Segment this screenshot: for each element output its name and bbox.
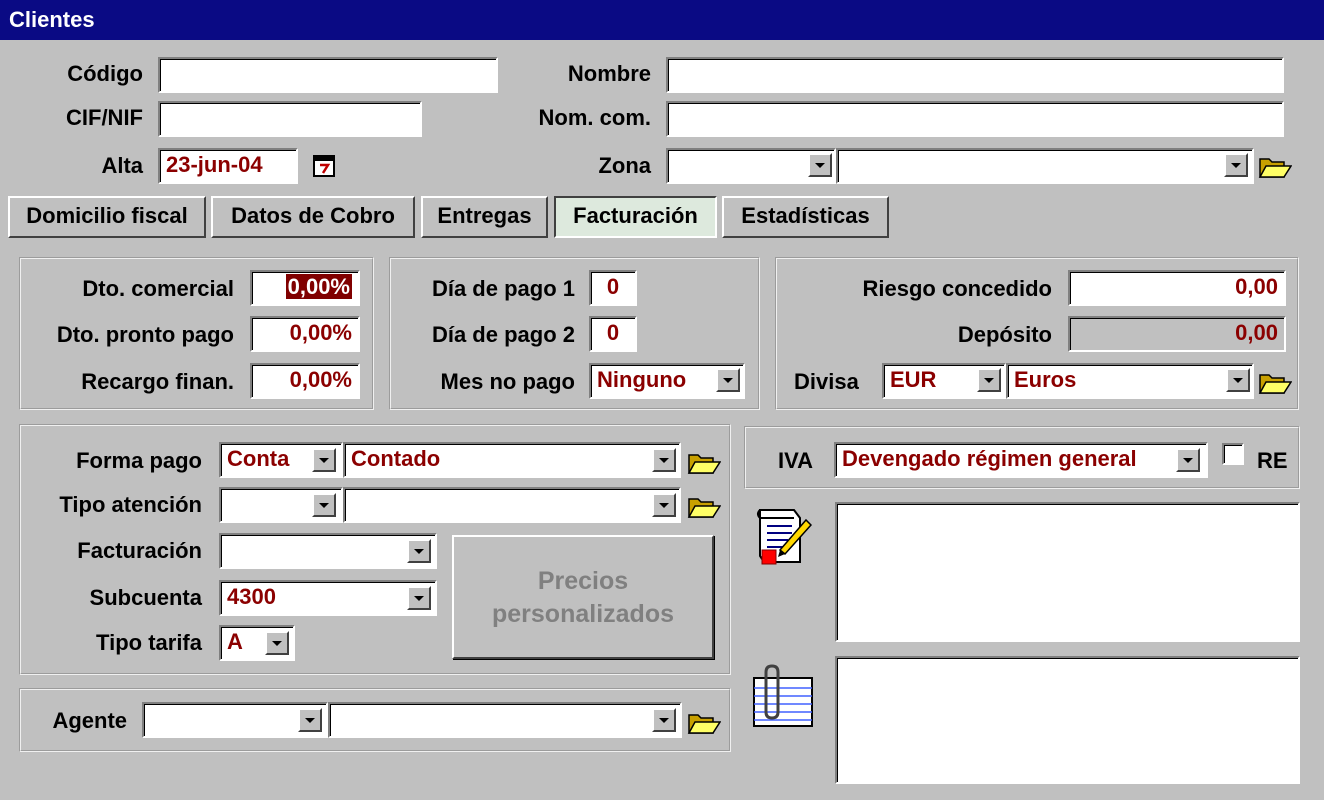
notes-icon[interactable] [754, 506, 812, 568]
subcuenta-dropdown-button[interactable] [407, 586, 431, 610]
agente-open-folder-icon[interactable] [687, 709, 721, 735]
deposito-input: 0,00 [1068, 316, 1286, 352]
nomcom-input[interactable] [666, 101, 1284, 137]
codigo-label: Código [67, 61, 143, 86]
nombre-label: Nombre [567, 61, 651, 86]
attachments-textarea[interactable] [835, 656, 1300, 784]
cif-input[interactable] [158, 101, 422, 137]
recargo-label: Recargo finan. [81, 369, 234, 394]
alta-label: Alta [101, 153, 143, 178]
re-checkbox[interactable] [1222, 443, 1244, 465]
facturacion-label: Facturación [77, 538, 202, 563]
tipo-atencion-code-dropdown-button[interactable] [312, 493, 336, 517]
tipo-atencion-name-dropdown-button[interactable] [652, 493, 676, 517]
precios-line-2: personalizados [492, 600, 674, 628]
agente-label: Agente [52, 708, 127, 733]
dia-pago-1-label: Día de pago 1 [431, 276, 575, 301]
tipo-tarifa-label: Tipo tarifa [96, 630, 202, 655]
dia-pago-2-input[interactable]: 0 [589, 316, 637, 352]
forma-pago-open-folder-icon[interactable] [687, 449, 721, 475]
precios-personalizados-button[interactable]: Precios personalizados [452, 535, 714, 659]
tab-entregas[interactable]: Entregas [421, 196, 548, 238]
codigo-input[interactable] [158, 57, 498, 93]
cif-label: CIF/NIF [66, 105, 143, 130]
divisa-name-dropdown-button[interactable] [1226, 368, 1250, 392]
window-title: Clientes [0, 0, 1324, 40]
divisa-code-dropdown-button[interactable] [977, 368, 1001, 392]
dto-comercial-input[interactable]: 0,00% [250, 270, 360, 306]
dia-pago-1-input[interactable]: 0 [589, 270, 637, 306]
tab-facturacion[interactable]: Facturación [554, 196, 717, 238]
nomcom-label: Nom. com. [538, 105, 651, 130]
zona-open-folder-icon[interactable] [1258, 153, 1292, 179]
divisa-label: Divisa [794, 369, 859, 394]
tab-datos-de-cobro[interactable]: Datos de Cobro [211, 196, 415, 238]
deposito-label: Depósito [957, 322, 1052, 347]
dto-pronto-label: Dto. pronto pago [56, 322, 234, 347]
riesgo-label: Riesgo concedido [862, 276, 1052, 301]
facturacion-combo[interactable] [219, 533, 437, 569]
agente-name-dropdown-button[interactable] [652, 708, 676, 732]
facturacion-dropdown-button[interactable] [407, 539, 431, 563]
attachment-icon[interactable] [750, 664, 816, 730]
clientes-window: Clientes Código CIF/NIF Alta 23-jun-04 N… [0, 0, 1324, 800]
dia-pago-2-label: Día de pago 2 [431, 322, 575, 347]
re-label: RE [1257, 448, 1288, 473]
zona-label: Zona [598, 153, 651, 178]
tipo-tarifa-dropdown-button[interactable] [265, 631, 289, 655]
calendar-icon[interactable] [313, 155, 335, 177]
recargo-input[interactable]: 0,00% [250, 363, 360, 399]
iva-dropdown-button[interactable] [1176, 448, 1200, 472]
iva-combo[interactable]: Devengado régimen general [834, 442, 1208, 478]
subcuenta-label: Subcuenta [89, 585, 202, 610]
tab-domicilio-fiscal[interactable]: Domicilio fiscal [8, 196, 206, 238]
zona-name-dropdown-button[interactable] [1224, 153, 1248, 177]
agente-code-dropdown-button[interactable] [298, 708, 322, 732]
forma-pago-label: Forma pago [76, 448, 202, 473]
iva-label: IVA [778, 448, 814, 473]
dto-pronto-input[interactable]: 0,00% [250, 316, 360, 352]
precios-line-1: Precios [537, 567, 629, 595]
forma-pago-code-dropdown-button[interactable] [312, 448, 336, 472]
tipo-atencion-label: Tipo atención [59, 492, 202, 517]
tipo-atencion-name-combo[interactable] [343, 487, 681, 523]
mes-no-pago-dropdown-button[interactable] [716, 368, 740, 392]
agente-name-combo[interactable] [328, 702, 682, 738]
tab-estadisticas[interactable]: Estadísticas [722, 196, 889, 238]
notes-textarea[interactable] [835, 502, 1300, 642]
divisa-name-combo[interactable]: Euros [1006, 363, 1254, 399]
zona-name-combo[interactable] [836, 148, 1254, 184]
forma-pago-name-combo[interactable]: Contado [343, 442, 681, 478]
zona-code-dropdown-button[interactable] [808, 153, 832, 177]
riesgo-input[interactable]: 0,00 [1068, 270, 1286, 306]
subcuenta-combo[interactable]: 4300 [219, 580, 437, 616]
tipo-atencion-open-folder-icon[interactable] [687, 493, 721, 519]
nombre-input[interactable] [666, 57, 1284, 93]
dto-comercial-label: Dto. comercial [82, 276, 234, 301]
forma-pago-name-dropdown-button[interactable] [652, 448, 676, 472]
alta-input[interactable]: 23-jun-04 [158, 148, 298, 184]
mes-no-pago-label: Mes no pago [440, 369, 575, 394]
divisa-open-folder-icon[interactable] [1258, 369, 1292, 395]
